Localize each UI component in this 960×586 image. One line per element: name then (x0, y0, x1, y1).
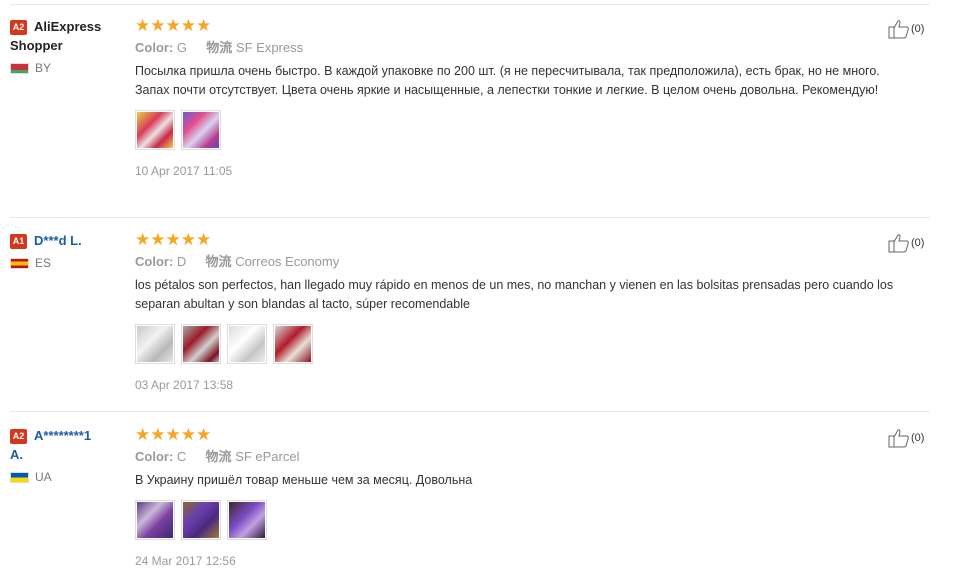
photo (229, 326, 265, 362)
shipping-label: 物流 (205, 449, 232, 464)
review-text: Посылка пришла очень быстро. В каждой уп… (135, 64, 880, 97)
reviewer-name-line1: AliExpress (34, 19, 102, 34)
star-rating: ★★★★★ (135, 230, 212, 249)
color-label: Color: (135, 40, 174, 55)
review-content: ★★★★★ Color: D 物流 Correos Economy los pé… (135, 231, 895, 392)
reviewer-name[interactable]: A2 AliExpress (10, 17, 130, 36)
thumbs-up-icon (888, 234, 909, 253)
color-value: C (176, 449, 187, 464)
reviewer-name[interactable]: A2 A********1 (10, 426, 130, 445)
reviewer-info: A2 A********1 A. UA (10, 426, 130, 484)
buyer-level-badge: A2 (10, 20, 27, 35)
shipping-label: 物流 (206, 40, 233, 55)
reviewer-country: UA (10, 470, 130, 484)
review-photo-thumbnail[interactable] (181, 110, 221, 150)
review-photo-thumbnail[interactable] (181, 324, 221, 364)
helpful-button[interactable]: (0) (888, 19, 924, 39)
review-divider (10, 217, 930, 218)
country-code: ES (35, 256, 52, 270)
buyer-level-badge: A1 (10, 234, 27, 249)
reviewer-info: A1 D***d L. ES (10, 231, 130, 270)
country-code: BY (35, 61, 52, 75)
reviewer-name-line2: Shopper (10, 38, 63, 53)
review-photo-thumbnail[interactable] (135, 324, 175, 364)
flag-icon (10, 257, 29, 269)
reviewer-info: A2 AliExpress Shopper BY (10, 17, 130, 75)
review-meta: Color: G 物流 SF Express (135, 39, 895, 56)
photo (183, 326, 219, 362)
review-photo-thumbnail[interactable] (135, 500, 175, 540)
review-divider (10, 411, 930, 412)
photo (137, 326, 173, 362)
reviewer-name-line2[interactable]: A. (10, 445, 130, 464)
photo (137, 502, 173, 538)
thumbs-up-icon (888, 20, 909, 39)
helpful-button[interactable]: (0) (888, 428, 924, 448)
helpful-count: (0) (911, 23, 925, 35)
reviewer-name[interactable]: A1 D***d L. (10, 231, 130, 250)
shipping-method: SF Express (235, 40, 304, 55)
review-photo-thumbnail[interactable] (273, 324, 313, 364)
reviewer-country: BY (10, 61, 130, 75)
shipping-method: Correos Economy (235, 254, 340, 269)
review-content: ★★★★★ Color: G 物流 SF Express Посылка при… (135, 17, 895, 178)
review-date: 24 Mar 2017 12:56 (135, 554, 236, 568)
country-code: UA (35, 470, 52, 484)
review-meta: Color: D 物流 Correos Economy (135, 253, 895, 270)
helpful-count: (0) (911, 237, 925, 249)
photo (183, 112, 219, 148)
review-text: В Украину пришёл товар меньше чем за мес… (135, 473, 473, 487)
review-photo-thumbnail[interactable] (227, 500, 267, 540)
reviewer-name-line1: A********1 (34, 428, 92, 443)
reviewer-name-line1: D***d L. (34, 233, 82, 248)
review-photos (135, 110, 895, 150)
photo (137, 112, 173, 148)
helpful-count: (0) (911, 432, 925, 444)
review-top-divider (10, 4, 930, 5)
flag-icon (10, 62, 29, 74)
review-photo-thumbnail[interactable] (227, 324, 267, 364)
star-rating: ★★★★★ (135, 425, 212, 444)
star-rating: ★★★★★ (135, 16, 212, 35)
photo (183, 502, 219, 538)
reviewer-country: ES (10, 256, 130, 270)
review-date: 10 Apr 2017 11:05 (135, 164, 233, 178)
photo (229, 502, 265, 538)
shipping-label: 物流 (205, 254, 232, 269)
buyer-level-badge: A2 (10, 429, 27, 444)
review-date: 03 Apr 2017 13:58 (135, 378, 234, 392)
shipping-method: SF eParcel (235, 449, 300, 464)
photo (275, 326, 311, 362)
review-photo-thumbnail[interactable] (181, 500, 221, 540)
review-photos (135, 324, 895, 364)
color-label: Color: (135, 254, 174, 269)
thumbs-up-icon (888, 429, 909, 448)
review-meta: Color: C 物流 SF eParcel (135, 448, 895, 465)
color-value: G (176, 40, 188, 55)
color-value: D (176, 254, 187, 269)
review-content: ★★★★★ Color: C 物流 SF eParcel В Украину п… (135, 426, 895, 568)
review-photo-thumbnail[interactable] (135, 110, 175, 150)
color-label: Color: (135, 449, 174, 464)
helpful-button[interactable]: (0) (888, 233, 924, 253)
flag-icon (10, 471, 29, 483)
review-photos (135, 500, 895, 540)
review-text: los pétalos son perfectos, han llegado m… (135, 278, 894, 311)
